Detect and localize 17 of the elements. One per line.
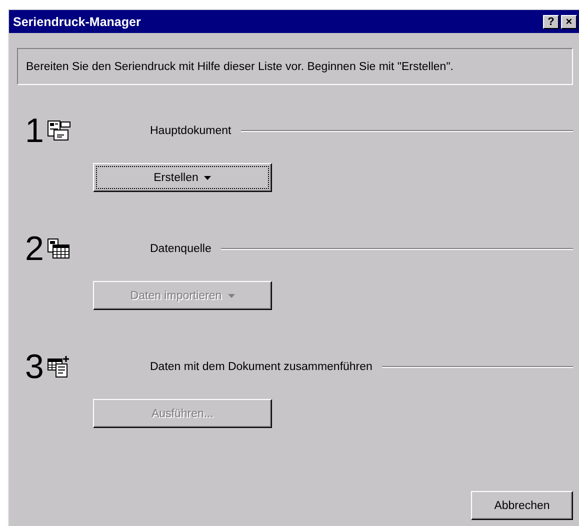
step-label: Daten mit dem Dokument zusammenführen — [150, 361, 372, 373]
step-number: 2 — [25, 230, 45, 268]
table-merge-icon — [47, 356, 71, 378]
cancel-button[interactable]: Abbrechen — [471, 491, 573, 520]
step-number: 1 — [25, 112, 45, 150]
caret-icon — [228, 294, 235, 298]
caret-icon — [204, 176, 212, 180]
help-button[interactable]: ? — [543, 14, 559, 28]
table-document-icon — [47, 238, 71, 260]
window-title: Seriendruck-Manager — [13, 14, 141, 28]
step-button[interactable]: Erstellen — [93, 163, 272, 192]
instructions-text: Bereiten Sie den Seriendruck mit Hilfe dieser Liste vor. Beginnen Sie mit "Erstellen". — [26, 60, 454, 75]
document-envelope-icon — [47, 120, 71, 142]
step-number: 3 — [25, 348, 45, 386]
close-button[interactable]: × — [561, 14, 577, 28]
step-label: Datenquelle — [150, 243, 212, 255]
step-label: Hauptdokument — [150, 125, 232, 137]
